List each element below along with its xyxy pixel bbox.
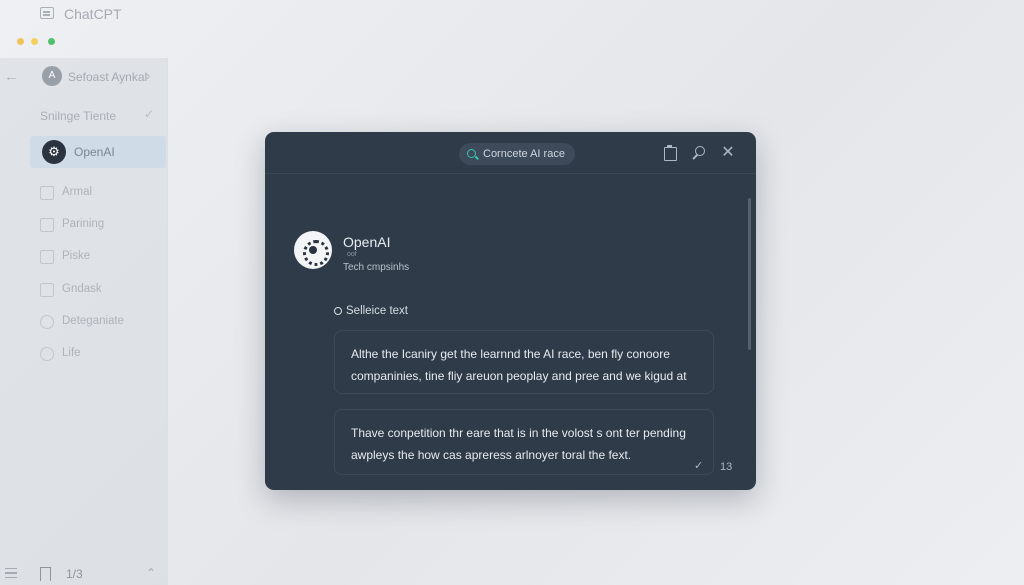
document-icon bbox=[40, 186, 54, 200]
dialog-header: Corncete AI race ✕ bbox=[265, 132, 756, 174]
chevron-down-icon[interactable]: ✓ bbox=[144, 107, 154, 121]
app-title-bar: ChatCPT bbox=[0, 0, 1024, 30]
search-chip-label: Corncete AI race bbox=[483, 148, 565, 160]
settings-icon bbox=[40, 315, 54, 329]
sidebar-item-life[interactable]: Life bbox=[40, 346, 160, 366]
close-icon[interactable]: ✕ bbox=[719, 144, 737, 162]
window-close-button[interactable] bbox=[17, 38, 24, 45]
brand-description: Tech cmpsinhs bbox=[343, 262, 410, 273]
workspace-name[interactable]: Sefoast Aynkal bbox=[68, 70, 147, 84]
openai-logo-icon bbox=[294, 231, 332, 269]
sidebar-item-piske[interactable]: Piske bbox=[40, 249, 160, 269]
window-maximize-button[interactable] bbox=[48, 38, 55, 45]
bookmark-icon[interactable] bbox=[40, 567, 51, 581]
sidebar-footer: 1/3 ⌃ bbox=[0, 566, 168, 585]
file-icon bbox=[40, 218, 54, 232]
search-icon bbox=[467, 149, 476, 158]
workspace-avatar[interactable]: A bbox=[42, 66, 62, 86]
sidebar-toggle-icon[interactable] bbox=[40, 7, 54, 19]
sidebar-item-label: Gndask bbox=[62, 283, 102, 295]
page-counter: 1/3 bbox=[66, 567, 83, 581]
sidebar-item-label: Piske bbox=[62, 250, 91, 262]
sidebar-item-gndask[interactable]: Gndask bbox=[40, 282, 160, 302]
sidebar: ← A Sefoast Aynkal › Snilnge Tiente ✓ ⚙ … bbox=[0, 58, 168, 585]
brand-name: OpenAI bbox=[343, 234, 391, 250]
text-card-content: Althe the Icaniry get the learnnd the AI… bbox=[351, 347, 687, 383]
scrollbar[interactable] bbox=[748, 198, 751, 350]
check-icon[interactable]: ✓ bbox=[694, 459, 703, 472]
menu-icon[interactable] bbox=[5, 568, 17, 578]
sidebar-item-label: Parining bbox=[62, 218, 105, 230]
lock-icon bbox=[40, 250, 54, 264]
sidebar-item-label: Armal bbox=[62, 186, 93, 198]
selection-label: Selleice text bbox=[334, 305, 408, 317]
app-title: ChatCPT bbox=[64, 6, 122, 22]
sidebar-item-openai[interactable]: ⚙ OpenAI bbox=[30, 136, 166, 168]
clipboard-icon[interactable] bbox=[661, 144, 679, 162]
sidebar-item-deteganiate[interactable]: Deteganiate bbox=[40, 314, 160, 334]
back-arrow-icon[interactable]: ← bbox=[4, 68, 19, 85]
selection-label-text: Selleice text bbox=[346, 305, 409, 317]
selection-dialog: Corncete AI race ✕ OpenAI oof Tech cmpsi… bbox=[265, 132, 756, 490]
section-label: Snilnge Tiente bbox=[40, 109, 117, 123]
text-card-content: Thave conpetition thr eare that is in th… bbox=[351, 426, 686, 462]
chevron-right-icon[interactable]: › bbox=[146, 68, 150, 83]
brand-subtitle: oof bbox=[347, 251, 357, 258]
chevron-up-icon[interactable]: ⌃ bbox=[146, 566, 156, 580]
sidebar-item-label: OpenAI bbox=[74, 145, 115, 159]
search-chip[interactable]: Corncete AI race bbox=[459, 143, 575, 165]
search-icon bbox=[334, 307, 342, 315]
openai-logo-icon: ⚙ bbox=[42, 140, 66, 164]
text-card[interactable]: Althe the Icaniry get the learnnd the AI… bbox=[334, 330, 714, 394]
item-count: 13 bbox=[720, 461, 733, 473]
grid-icon bbox=[40, 283, 54, 297]
sidebar-item-parining[interactable]: Parining bbox=[40, 217, 160, 237]
search-icon[interactable] bbox=[690, 144, 708, 162]
sidebar-item-label: Deteganiate bbox=[62, 315, 125, 327]
globe-icon bbox=[40, 347, 54, 361]
sidebar-item-armal[interactable]: Armal bbox=[40, 185, 160, 205]
sidebar-item-label: Life bbox=[62, 347, 81, 359]
text-card[interactable]: Thave conpetition thr eare that is in th… bbox=[334, 409, 714, 475]
window-minimize-button[interactable] bbox=[31, 38, 38, 45]
